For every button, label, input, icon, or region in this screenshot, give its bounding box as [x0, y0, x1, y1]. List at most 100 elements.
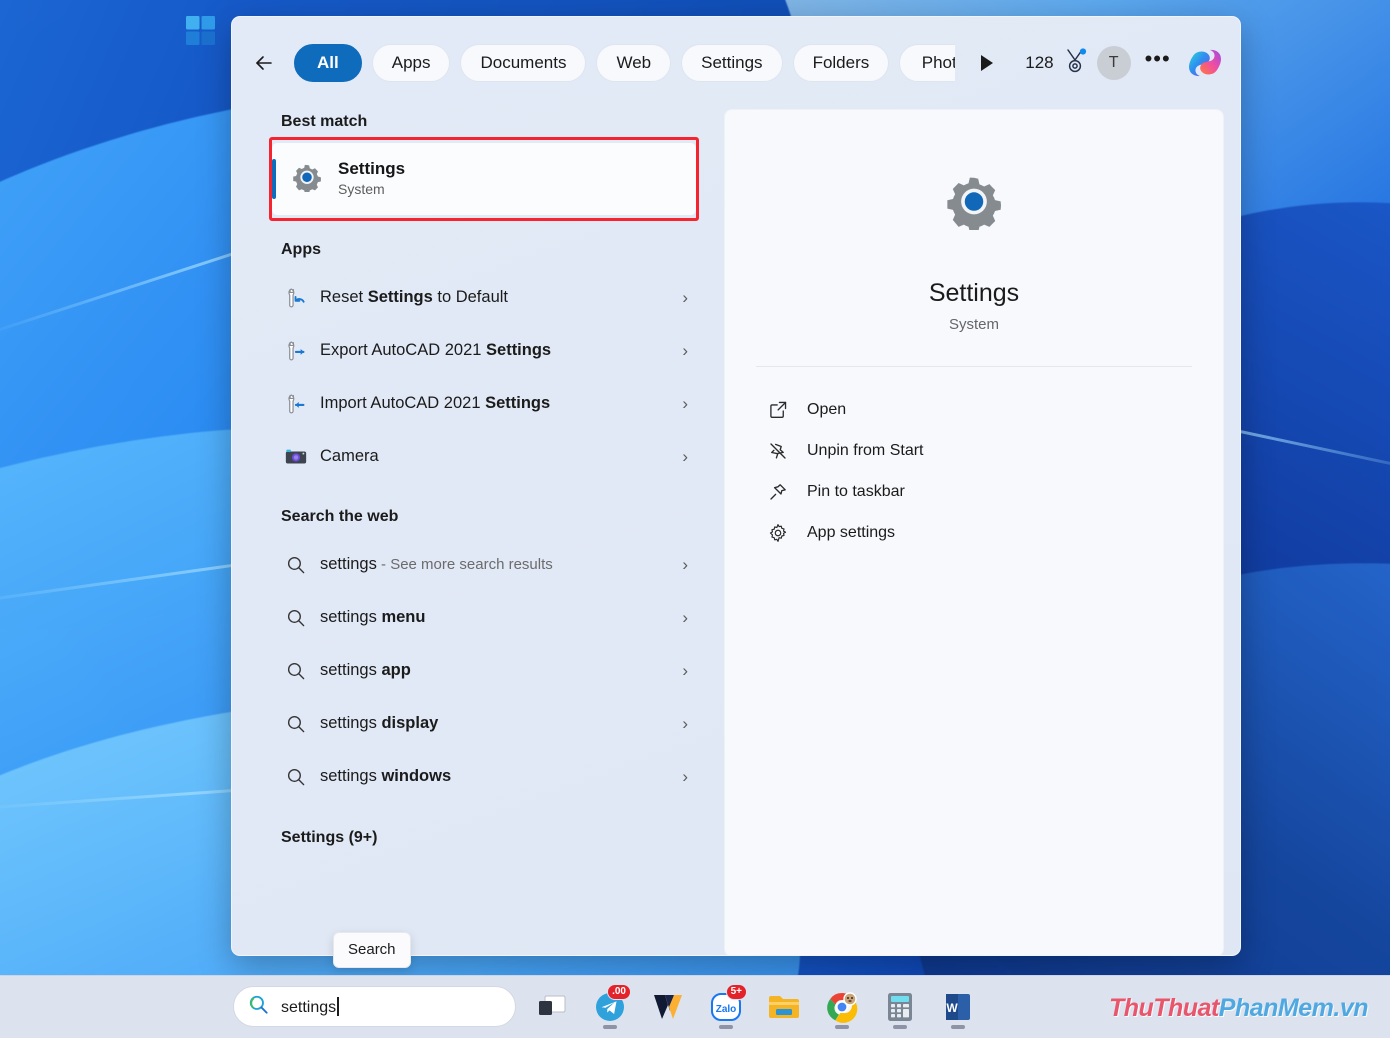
app-result-label: Import AutoCAD 2021 Settings: [320, 394, 551, 412]
preview-title: Settings: [928, 279, 1020, 307]
app-result-reset-settings[interactable]: Reset Settings to Default ›: [268, 271, 700, 324]
app-result-camera[interactable]: Camera ›: [268, 430, 700, 483]
preview-action-unpin-from-start[interactable]: Unpin from Start: [747, 430, 1201, 471]
copilot-icon[interactable]: [1185, 43, 1225, 83]
app-result-label: Camera: [320, 447, 379, 465]
avatar[interactable]: T: [1096, 46, 1131, 80]
back-arrow-icon[interactable]: [244, 43, 284, 83]
taskbar-item-calculator[interactable]: [878, 982, 922, 1032]
section-heading-best-match: Best match: [281, 113, 368, 130]
search-icon: [281, 661, 311, 681]
app-result-label: Export AutoCAD 2021 Settings: [320, 341, 552, 359]
rewards-button[interactable]: 128: [1025, 47, 1087, 79]
search-icon: [281, 608, 311, 628]
search-colored-icon: [248, 994, 269, 1020]
best-match-text: Settings System: [338, 158, 405, 200]
taskbar-item-zalo[interactable]: Zalo 5+: [704, 982, 748, 1032]
chevron-right-icon: ›: [682, 446, 688, 466]
search-toolbar: All Apps Documents Web Settings Folders …: [232, 17, 1240, 109]
more-options-button[interactable]: •••: [1141, 46, 1175, 80]
chevron-right-icon: ›: [682, 340, 688, 360]
preview-action-open[interactable]: Open: [747, 389, 1201, 430]
svg-text:W: W: [946, 1001, 958, 1015]
section-heading-apps: Apps: [281, 241, 321, 258]
web-result-label: settings - See more search results: [320, 555, 553, 573]
preview-action-pin-to-taskbar[interactable]: Pin to taskbar: [747, 471, 1201, 512]
web-result-see-more[interactable]: settings - See more search results ›: [268, 538, 700, 591]
best-match-subtitle: System: [338, 181, 385, 198]
taskbar-item-w-app[interactable]: [646, 982, 690, 1032]
text-caret: [337, 996, 339, 1016]
chevron-right-icon: ›: [682, 607, 688, 627]
desktop: All Apps Documents Web Settings Folders …: [0, 0, 1390, 1038]
wrench-import-icon: [281, 392, 311, 416]
svg-text:Zalo: Zalo: [716, 1004, 737, 1015]
app-result-label: Reset Settings to Default: [320, 288, 508, 306]
app-result-export-autocad-settings[interactable]: Export AutoCAD 2021 Settings ›: [268, 324, 700, 377]
search-tooltip: Search: [333, 932, 411, 968]
taskbar-item-task-view[interactable]: [530, 982, 574, 1032]
preview-action-label: Pin to taskbar: [807, 482, 905, 500]
best-match-wrap: Settings System: [232, 137, 710, 221]
chevron-right-icon: ›: [682, 554, 688, 574]
taskbar-active-indicator: [603, 1025, 617, 1029]
tab-apps[interactable]: Apps: [371, 44, 451, 82]
wrench-undo-icon: [281, 286, 311, 310]
web-result-settings-menu[interactable]: settings menu ›: [268, 591, 700, 644]
best-match-title: Settings: [338, 159, 406, 179]
tab-documents[interactable]: Documents: [460, 44, 587, 82]
camera-icon: [281, 445, 311, 469]
chevron-right-icon: ›: [682, 393, 688, 413]
preview-icon-wrap: [725, 172, 1223, 235]
tab-folders[interactable]: Folders: [792, 44, 890, 82]
results-column: Best match Settings System Apps Reset Se…: [232, 109, 710, 955]
rewards-medal-icon: [1063, 47, 1087, 79]
chevron-right-icon: ›: [682, 287, 688, 307]
chevron-right-icon: ›: [682, 766, 688, 786]
watermark-part1: ThuThuat: [1108, 994, 1219, 1022]
section-heading-settings-count: Settings (9+): [281, 829, 378, 846]
preview-pane: Settings System Open Unpin from Start Pi…: [724, 109, 1224, 955]
preview-subtitle: System: [948, 316, 999, 333]
tab-all[interactable]: All: [294, 44, 362, 82]
tab-settings[interactable]: Settings: [681, 44, 783, 82]
web-result-settings-display[interactable]: settings display ›: [268, 697, 700, 750]
web-result-label: settings windows: [320, 767, 452, 785]
tab-web[interactable]: Web: [596, 44, 672, 82]
web-result-label: settings app: [320, 661, 411, 679]
taskbar-active-indicator: [893, 1025, 907, 1029]
play-triangle-icon[interactable]: [969, 45, 1005, 81]
taskbar-active-indicator: [719, 1025, 733, 1029]
settings-gear-icon: [945, 172, 1003, 235]
chevron-right-icon: ›: [682, 660, 688, 680]
taskbar-search-input[interactable]: settings: [233, 986, 516, 1027]
panel-body: Best match Settings System Apps Reset Se…: [232, 109, 1240, 955]
pin-icon: [767, 482, 789, 502]
badge: .00: [607, 983, 631, 1000]
preview-action-label: Unpin from Start: [807, 441, 924, 459]
web-result-label: settings menu: [320, 608, 426, 626]
preview-action-app-settings[interactable]: App settings: [747, 512, 1201, 553]
web-result-settings-windows[interactable]: settings windows ›: [268, 750, 700, 803]
taskbar-item-word[interactable]: W: [936, 982, 980, 1032]
windows-start-icon[interactable]: [184, 14, 218, 48]
search-icon: [281, 767, 311, 787]
preview-action-label: App settings: [807, 523, 896, 541]
web-result-settings-app[interactable]: settings app ›: [268, 644, 700, 697]
best-match-settings-row[interactable]: Settings System: [272, 143, 696, 215]
app-result-import-autocad-settings[interactable]: Import AutoCAD 2021 Settings ›: [268, 377, 700, 430]
preview-actions: Open Unpin from Start Pin to taskbar App…: [725, 367, 1223, 553]
search-flyout-panel: All Apps Documents Web Settings Folders …: [231, 16, 1241, 956]
rewards-count: 128: [1025, 53, 1054, 72]
taskbar-item-file-explorer[interactable]: [762, 982, 806, 1032]
gear-outline-icon: [767, 523, 789, 543]
taskbar-item-chrome[interactable]: [820, 982, 864, 1032]
taskbar-item-telegram[interactable]: .00: [588, 982, 632, 1032]
watermark-part2: PhanMem.vn: [1218, 994, 1369, 1022]
taskbar-active-indicator: [835, 1025, 849, 1029]
taskbar-app-icons: .00 Zalo 5+ W: [530, 975, 980, 1038]
preview-action-label: Open: [807, 400, 847, 418]
tab-photos-clipped[interactable]: Phot: [899, 44, 956, 82]
chevron-right-icon: ›: [682, 713, 688, 733]
search-icon: [281, 555, 311, 575]
